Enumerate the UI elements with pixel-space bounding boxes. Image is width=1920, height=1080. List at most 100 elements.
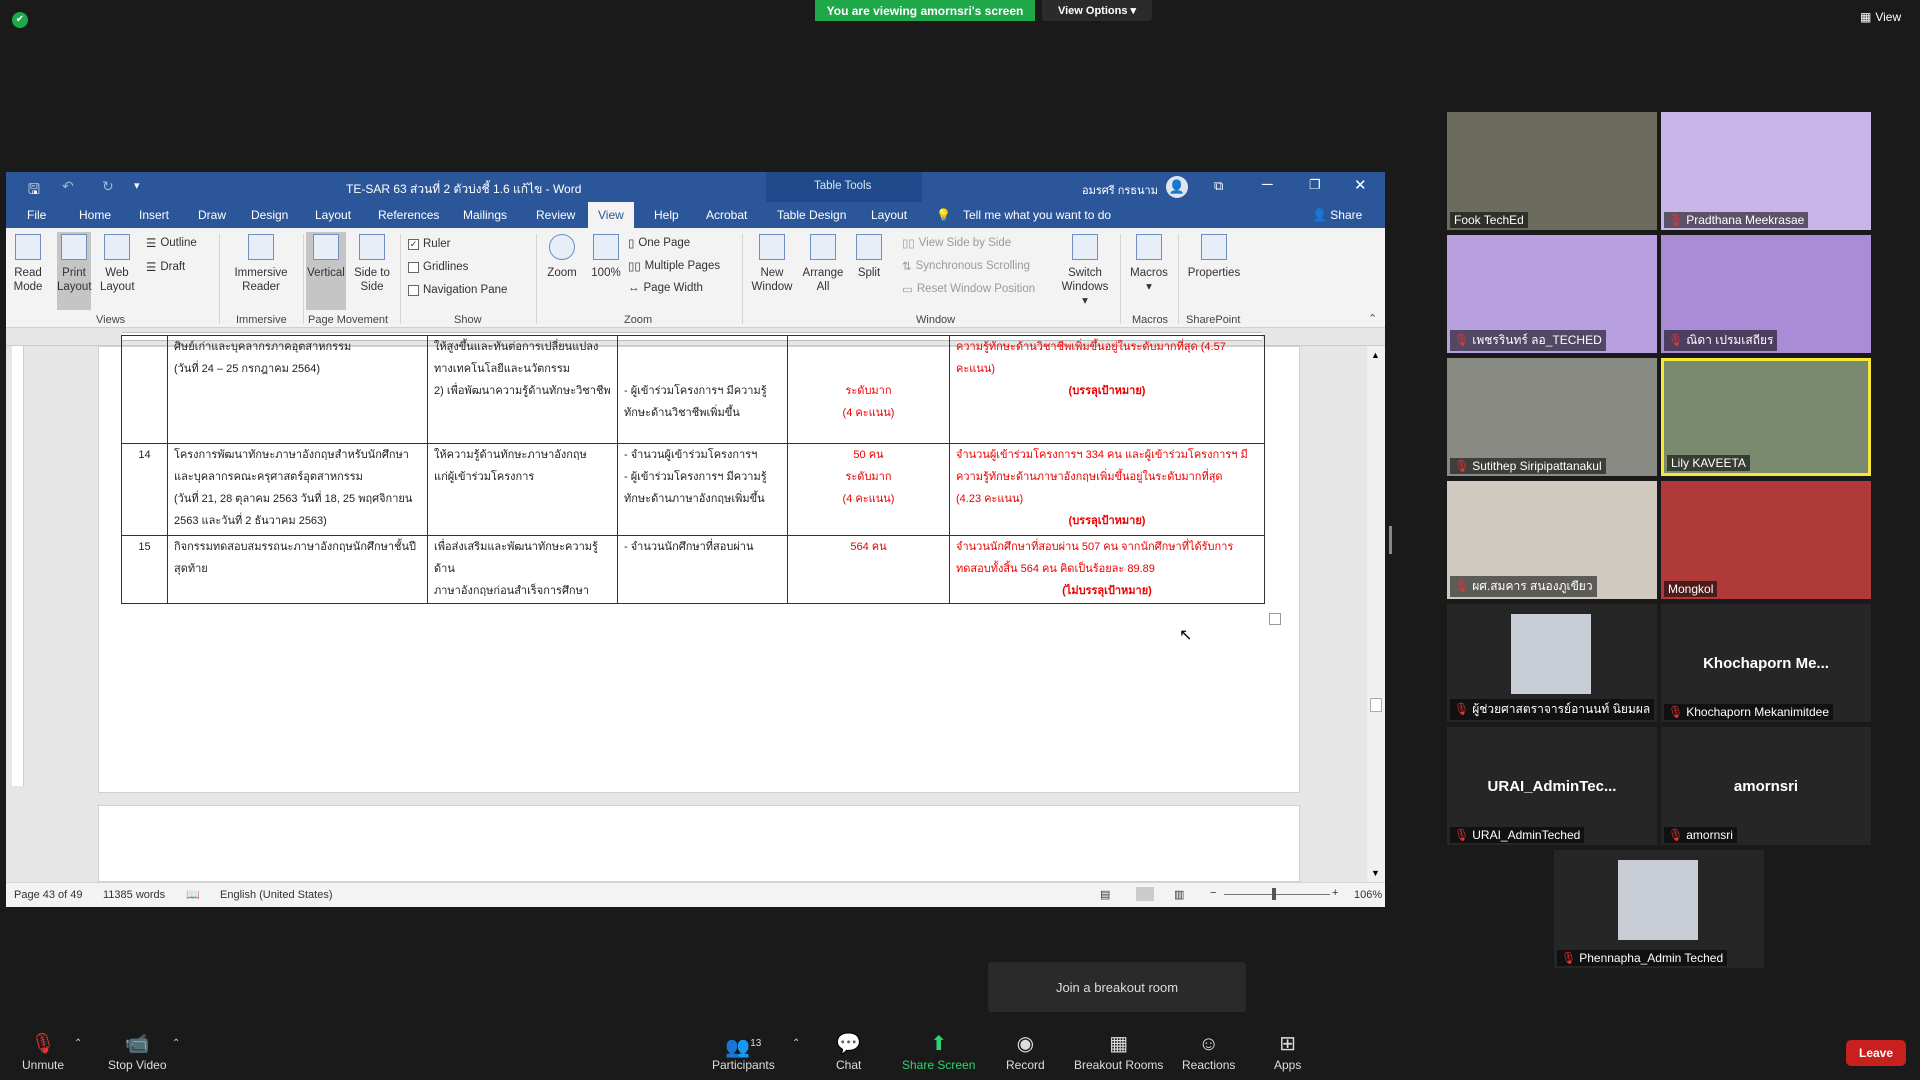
vertical-button[interactable]: Vertical xyxy=(306,232,346,310)
tab-draw[interactable]: Draw xyxy=(198,208,226,222)
participant-tile[interactable]: Khochaporn Me... 🎙 Khochaporn Mekanimitdee xyxy=(1661,604,1871,722)
tab-table-layout[interactable]: Layout xyxy=(871,208,907,222)
scroll-thumb[interactable] xyxy=(1370,698,1382,712)
navigation-pane-checkbox[interactable]: Navigation Pane xyxy=(408,284,507,296)
table-cell-c5[interactable]: จำนวนผู้เข้าร่วมโครงการฯ 334 คน และผู้เข… xyxy=(949,443,1265,536)
tab-acrobat[interactable]: Acrobat xyxy=(706,208,747,222)
tab-layout[interactable]: Layout xyxy=(315,208,351,222)
zoom-slider[interactable] xyxy=(1224,894,1330,895)
table-cell-c1[interactable]: ศิษย์เก่าและบุคลากรภาคอุตสาหกรรม (วันที่ … xyxy=(167,335,428,444)
record-button[interactable]: ◉ Record xyxy=(1006,1032,1045,1072)
zoom-100-button[interactable]: 100% xyxy=(588,234,624,280)
table-cell-c2[interactable]: เพื่อส่งเสริมและพัฒนาทักษะความรู้ด้าน ภาษ… xyxy=(427,535,618,604)
participant-tile[interactable]: 🎙 Phennapha_Admin Teched xyxy=(1554,850,1764,968)
video-options-chevron-icon[interactable]: ⌃ xyxy=(172,1038,180,1049)
table-cell-c2[interactable]: ให้สูงขึ้นและทันต่อการเปลี่ยนแปลง ทางเทคโ… xyxy=(427,335,618,444)
zoom-button[interactable]: Zoom xyxy=(542,234,582,280)
word-count[interactable]: 11385 words xyxy=(103,889,165,901)
read-mode-button[interactable]: Read Mode xyxy=(12,234,44,294)
tab-insert[interactable]: Insert xyxy=(139,208,169,222)
table-cell-no[interactable]: 15 xyxy=(121,535,168,604)
customize-qat-icon[interactable]: ▾ xyxy=(134,179,140,192)
zoom-out-icon[interactable]: − xyxy=(1210,887,1216,899)
table-cell-c1[interactable]: กิจกรรมทดสอบสมรรถนะภาษาอังกฤษนักศึกษาชั้… xyxy=(167,535,428,604)
participant-tile[interactable]: 🎙 Sutithep Siripipattanakul xyxy=(1447,358,1657,476)
vertical-ruler[interactable] xyxy=(12,346,24,786)
chat-button[interactable]: 💬 Chat xyxy=(836,1032,861,1072)
tab-review[interactable]: Review xyxy=(536,208,575,222)
participant-tile[interactable]: URAI_AdminTec... 🎙 URAI_AdminTeched xyxy=(1447,727,1657,845)
view-layout-button[interactable]: ▦ View xyxy=(1860,10,1901,24)
participant-tile[interactable]: 🎙 ผู้ช่วยศาสตราจารย์อานนท์ นิยมผล xyxy=(1447,604,1657,722)
undo-icon[interactable]: ↶ xyxy=(62,178,74,195)
collapse-ribbon-icon[interactable]: ⌃ xyxy=(1368,312,1377,325)
participants-button[interactable]: 👥13 Participants xyxy=(712,1032,775,1072)
web-layout-button[interactable]: Web Layout xyxy=(100,234,135,294)
read-mode-view-icon[interactable]: ▤ xyxy=(1100,888,1110,901)
security-shield-icon[interactable]: ✔ xyxy=(12,12,28,28)
next-page[interactable] xyxy=(98,805,1300,882)
side-to-side-button[interactable]: Side to Side xyxy=(352,234,392,294)
zoom-slider-thumb[interactable] xyxy=(1272,888,1276,900)
table-cell-no[interactable] xyxy=(121,335,168,444)
one-page-button[interactable]: ▯ One Page xyxy=(628,236,690,250)
zoom-level[interactable]: 106% xyxy=(1354,889,1382,901)
user-name[interactable]: อมรศรี กรธนาม xyxy=(1082,181,1158,199)
join-breakout-button[interactable]: Join a breakout room xyxy=(988,962,1246,1012)
audio-options-chevron-icon[interactable]: ⌃ xyxy=(74,1038,82,1049)
new-window-button[interactable]: New Window xyxy=(750,234,794,294)
table-cell-c4[interactable]: 50 คน ระดับมาก (4 คะแนน) xyxy=(787,443,950,536)
table-cell-c4[interactable]: ระดับมาก (4 คะแนน) xyxy=(787,335,950,444)
participant-tile[interactable]: 🎙 ณิดา เปรมเสถียร xyxy=(1661,235,1871,353)
participant-tile[interactable]: 🎙 Pradthana Meekrasae xyxy=(1661,112,1871,230)
tab-view[interactable]: View xyxy=(588,202,634,228)
participants-chevron-icon[interactable]: ⌃ xyxy=(792,1038,800,1049)
document-page[interactable]: ศิษย์เก่าและบุคลากรภาคอุตสาหกรรม (วันที่ … xyxy=(98,335,1300,793)
reset-window-position-button[interactable]: ▭ Reset Window Position xyxy=(902,282,1035,296)
participant-tile[interactable]: Lily KAVEETA xyxy=(1661,358,1871,476)
scroll-down-icon[interactable]: ▼ xyxy=(1371,868,1380,878)
participant-tile[interactable]: Mongkol xyxy=(1661,481,1871,599)
arrange-all-button[interactable]: Arrange All xyxy=(800,234,846,294)
table-cell-c1[interactable]: โครงการพัฒนาทักษะภาษาอังกฤษสำหรับนักศึกษ… xyxy=(167,443,428,536)
language[interactable]: English (United States) xyxy=(220,889,333,901)
reactions-button[interactable]: ☺ Reactions xyxy=(1182,1032,1235,1072)
synchronous-scrolling-button[interactable]: ⇅ Synchronous Scrolling xyxy=(902,259,1030,273)
share-button[interactable]: 👤 Share xyxy=(1312,208,1362,222)
redo-icon[interactable]: ↻ xyxy=(102,178,114,195)
tab-table-design[interactable]: Table Design xyxy=(777,208,846,222)
zoom-in-icon[interactable]: + xyxy=(1332,887,1338,899)
tab-mailings[interactable]: Mailings xyxy=(463,208,507,222)
draft-button[interactable]: ☰ Draft xyxy=(146,260,185,274)
restore-icon[interactable]: ❐ xyxy=(1309,177,1321,193)
participant-tile[interactable]: 🎙 เพชรรินทร์ ลอ_TECHED xyxy=(1447,235,1657,353)
scroll-up-icon[interactable]: ▲ xyxy=(1371,350,1380,360)
view-options-button[interactable]: View Options ▾ xyxy=(1042,0,1152,21)
save-icon[interactable]: 🖫 xyxy=(28,179,40,203)
split-button[interactable]: Split xyxy=(852,234,886,280)
print-layout-button[interactable]: Print Layout xyxy=(57,232,92,310)
table-cell-c3[interactable]: - ผู้เข้าร่วมโครงการฯ มีความรู้ ทักษะด้าน… xyxy=(617,335,788,444)
gridlines-checkbox[interactable]: Gridlines xyxy=(408,261,468,273)
table-resize-handle[interactable] xyxy=(1269,613,1281,625)
vertical-scrollbar[interactable]: ▲ ▼ xyxy=(1367,346,1385,882)
page-width-button[interactable]: ↔ Page Width xyxy=(628,282,703,294)
leave-button[interactable]: Leave xyxy=(1846,1040,1906,1066)
macros-button[interactable]: Macros ▾ xyxy=(1126,234,1172,294)
table-cell-c5[interactable]: จำนวนนักศึกษาที่สอบผ่าน 507 คน จากนักศึก… xyxy=(949,535,1265,604)
print-layout-view-icon[interactable] xyxy=(1136,887,1154,901)
stop-video-button[interactable]: 📹 Stop Video xyxy=(108,1032,167,1072)
apps-button[interactable]: ⊞ Apps xyxy=(1274,1032,1301,1072)
user-avatar-icon[interactable]: 👤 xyxy=(1166,176,1188,198)
tab-design[interactable]: Design xyxy=(251,208,288,222)
table-cell-c3[interactable]: - จำนวนผู้เข้าร่วมโครงการฯ - ผู้เข้าร่วมโ… xyxy=(617,443,788,536)
close-icon[interactable]: ✕ xyxy=(1354,176,1367,194)
share-screen-button[interactable]: ⬆ Share Screen xyxy=(902,1032,975,1072)
immersive-reader-button[interactable]: Immersive Reader xyxy=(226,234,296,294)
panel-divider-handle[interactable] xyxy=(1389,526,1392,554)
outline-button[interactable]: ☰ Outline xyxy=(146,236,197,250)
proofing-icon[interactable]: 📖 xyxy=(186,888,200,901)
tab-help[interactable]: Help xyxy=(654,208,679,222)
breakout-rooms-button[interactable]: ▦ Breakout Rooms xyxy=(1074,1032,1163,1072)
tell-me-box[interactable]: Tell me what you want to do xyxy=(963,208,1111,222)
